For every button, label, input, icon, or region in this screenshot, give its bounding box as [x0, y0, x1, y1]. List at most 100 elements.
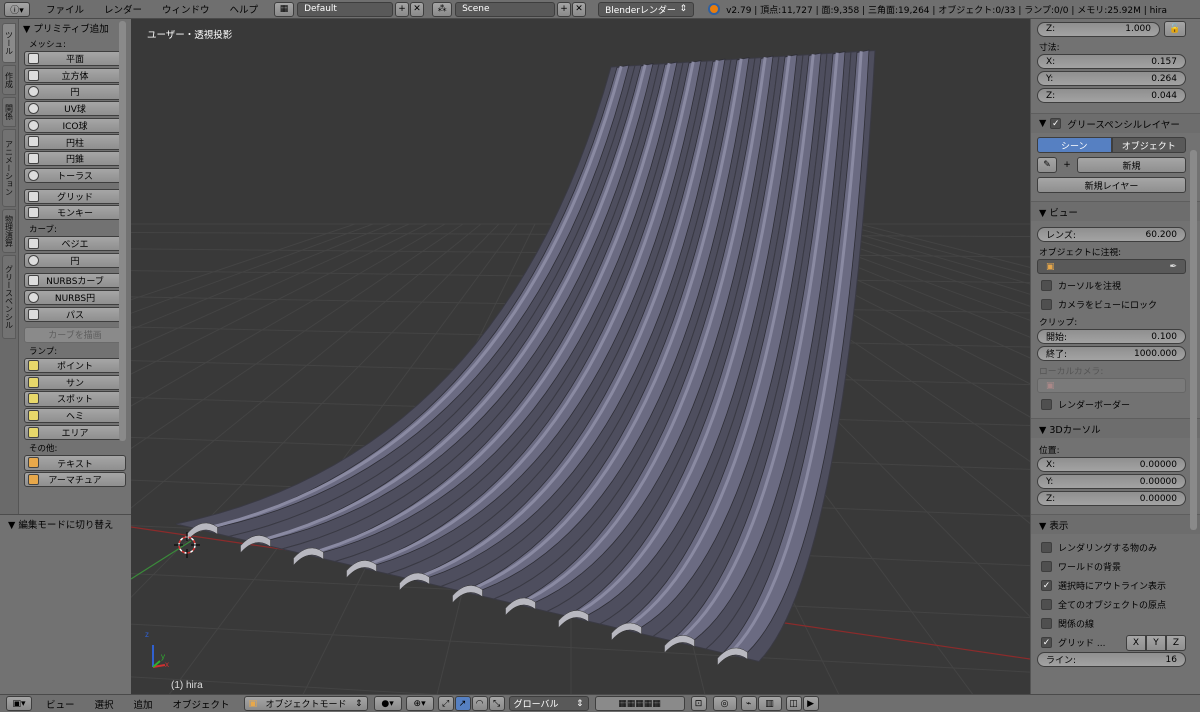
world-background-checkbox[interactable]: ワールドの背景	[1031, 557, 1200, 576]
lens-field[interactable]: レンズ: 60.200	[1037, 227, 1186, 242]
add-cube-button[interactable]: 立方体	[24, 67, 126, 83]
display-panel-header[interactable]: ▼ 表示	[1031, 514, 1200, 534]
add-icosphere-button[interactable]: ICO球	[24, 117, 126, 133]
lock-camera-checkbox[interactable]: カメラをビューにロック	[1031, 295, 1200, 314]
scale-z-field[interactable]: Z: 1.000	[1037, 21, 1160, 37]
manipulator-toggle[interactable]: ⤢	[437, 696, 454, 711]
add-area-lamp-button[interactable]: エリア	[24, 424, 126, 440]
outline-selected-checkbox[interactable]: ✓ 選択時にアウトライン表示	[1031, 576, 1200, 595]
render-icon[interactable]: ◫	[785, 696, 802, 711]
3d-cursor-panel-header[interactable]: ▼ 3Dカーソル	[1031, 418, 1200, 438]
proportional-edit-icon[interactable]: ◎	[712, 696, 737, 711]
menu-add[interactable]: 追加	[124, 697, 163, 711]
only-render-checkbox[interactable]: レンダリングする物のみ	[1031, 538, 1200, 557]
tab-grease-pencil[interactable]: グリースペンシル	[2, 255, 16, 339]
draw-curve-button[interactable]: カーブを描画	[24, 327, 126, 343]
tab-animation[interactable]: アニメーション	[2, 129, 16, 207]
info-editor-type-button[interactable]: ⓘ▾	[4, 1, 30, 17]
lock-cursor-checkbox[interactable]: カーソルを注視	[1031, 276, 1200, 295]
grease-pencil-header[interactable]: ▼ ✓ グリースペンシルレイヤー	[1031, 113, 1200, 133]
menu-window[interactable]: ウィンドウ	[152, 2, 220, 16]
add-bezier-circle-button[interactable]: 円	[24, 252, 126, 268]
gp-object-tab[interactable]: オブジェクト	[1111, 137, 1186, 153]
panel-header-add-primitive[interactable]: ▼ プリミティブ追加	[19, 19, 131, 37]
add-sun-lamp-button[interactable]: サン	[24, 374, 126, 390]
mode-select[interactable]: ▣ オブジェクトモード ⇕	[243, 696, 368, 711]
local-camera-field[interactable]: ▣	[1037, 378, 1186, 393]
add-nurbs-circle-button[interactable]: NURBS円	[24, 289, 126, 306]
menu-view[interactable]: ビュー	[36, 697, 85, 711]
lock-icon[interactable]: 🔓	[1164, 21, 1186, 37]
render-engine-select[interactable]: Blenderレンダー ⇕	[598, 1, 695, 17]
grid-axis-y-toggle[interactable]: Y	[1146, 634, 1166, 651]
lock-object-field[interactable]: ▣ ✒	[1037, 259, 1186, 274]
add-layout-icon[interactable]: +	[395, 1, 410, 17]
add-monkey-button[interactable]: モンキー	[24, 205, 126, 221]
tab-physics[interactable]: 物理演算	[2, 209, 16, 253]
remove-scene-icon[interactable]: ✕	[572, 1, 587, 17]
dim-x-field[interactable]: X: 0.157	[1037, 54, 1186, 69]
grid-lines-field[interactable]: ライン: 16	[1037, 652, 1186, 667]
grid-floor-box[interactable]: ✓	[1041, 637, 1052, 648]
menu-object[interactable]: オブジェクト	[163, 697, 240, 711]
scale-icon[interactable]: ⤡	[488, 696, 505, 711]
roof-tile-mesh[interactable]	[175, 49, 876, 666]
add-plane-button[interactable]: 平面	[24, 51, 126, 67]
snap-element-icon[interactable]: ▥	[757, 696, 782, 711]
scene-field[interactable]: Scene	[455, 1, 556, 17]
dim-z-field[interactable]: Z: 0.044	[1037, 88, 1186, 103]
add-cone-button[interactable]: 円錐	[24, 151, 126, 167]
add-text-button[interactable]: テキスト	[24, 455, 126, 471]
add-hemi-lamp-button[interactable]: ヘミ	[24, 408, 126, 424]
add-path-button[interactable]: パス	[24, 306, 126, 322]
add-armature-button[interactable]: アーマチュア	[24, 472, 126, 488]
menu-file[interactable]: ファイル	[36, 2, 94, 16]
gp-new-layer-button[interactable]: 新規レイヤー	[1037, 177, 1186, 193]
layout-icon[interactable]: ▦	[274, 1, 295, 17]
orientation-select[interactable]: グローバル ⇕	[508, 696, 589, 711]
add-nurbs-curve-button[interactable]: NURBSカーブ	[24, 273, 126, 289]
eyedropper-icon[interactable]: ✒	[1169, 262, 1177, 272]
add-spot-lamp-button[interactable]: スポット	[24, 391, 126, 407]
tab-create[interactable]: 作成	[2, 65, 16, 95]
gp-scene-tab[interactable]: シーン	[1037, 137, 1112, 153]
add-icon[interactable]: +	[1059, 157, 1075, 173]
scene-icon[interactable]: ⁂	[432, 1, 453, 17]
rotate-icon[interactable]: ◠	[471, 696, 488, 711]
layers-grid[interactable]: ▦▦▦▦▦	[594, 696, 685, 711]
add-circle-button[interactable]: 円	[24, 84, 126, 100]
render-animation-icon[interactable]: ▶	[802, 696, 819, 711]
tool-shelf-scrollbar[interactable]	[119, 21, 126, 441]
clip-end-field[interactable]: 終了: 1000.000	[1037, 346, 1186, 361]
add-cylinder-button[interactable]: 円柱	[24, 134, 126, 150]
menu-render[interactable]: レンダー	[94, 2, 152, 16]
add-torus-button[interactable]: トーラス	[24, 167, 126, 183]
snap-icon[interactable]: ⌁	[740, 696, 757, 711]
cursor-z-field[interactable]: Z: 0.00000	[1037, 491, 1186, 506]
tab-tools[interactable]: ツール	[2, 23, 16, 63]
relationship-lines-checkbox[interactable]: 関係の線	[1031, 614, 1200, 633]
properties-scrollbar[interactable]	[1190, 150, 1197, 530]
shading-select[interactable]: ●▾	[373, 696, 402, 711]
editor-type-button[interactable]: ▣▾	[6, 696, 32, 711]
3d-viewport[interactable]: (1) hira z x y ユーザー・透視投影	[131, 19, 1030, 694]
operator-panel-header[interactable]: ▼ 編集モードに切り替え	[0, 515, 131, 533]
cursor-y-field[interactable]: Y: 0.00000	[1037, 474, 1186, 489]
add-point-lamp-button[interactable]: ポイント	[24, 358, 126, 374]
cursor-x-field[interactable]: X: 0.00000	[1037, 457, 1186, 472]
lock-layers-icon[interactable]: ⊡	[690, 696, 707, 711]
remove-layout-icon[interactable]: ✕	[410, 1, 425, 17]
grid-axis-x-toggle[interactable]: X	[1126, 634, 1146, 651]
grease-pencil-checkbox[interactable]: ✓	[1050, 118, 1062, 129]
pivot-select[interactable]: ⊕▾	[405, 696, 434, 711]
add-bezier-button[interactable]: ベジエ	[24, 235, 126, 252]
layout-field[interactable]: Default	[297, 1, 394, 17]
gp-new-button[interactable]: 新規	[1077, 157, 1186, 173]
grid-axis-z-toggle[interactable]: Z	[1166, 634, 1186, 651]
menu-select[interactable]: 選択	[85, 697, 124, 711]
pencil-icon[interactable]: ✎	[1037, 157, 1057, 173]
add-uvsphere-button[interactable]: UV球	[24, 101, 126, 117]
translate-icon[interactable]: ↗	[454, 696, 471, 711]
render-border-checkbox[interactable]: レンダーボーダー	[1031, 395, 1200, 414]
all-origins-checkbox[interactable]: 全てのオブジェクトの原点	[1031, 595, 1200, 614]
